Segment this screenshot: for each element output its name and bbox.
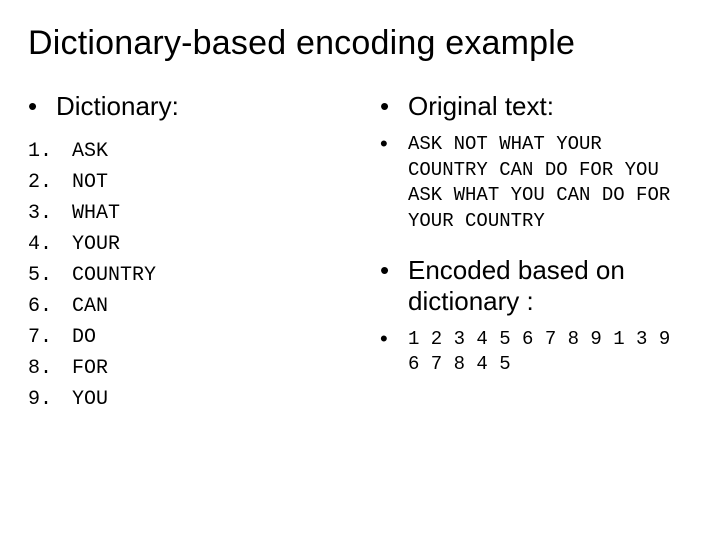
original-heading-row: • Original text:	[380, 91, 692, 122]
list-number: 8.	[28, 353, 72, 384]
list-item: 8.FOR	[28, 353, 340, 384]
list-word: COUNTRY	[72, 260, 156, 291]
list-word: CAN	[72, 291, 108, 322]
bullet-icon: •	[380, 327, 408, 378]
dictionary-heading-row: • Dictionary:	[28, 91, 340, 122]
list-word: YOU	[72, 384, 108, 415]
encoded-heading-row: • Encoded based on dictionary :	[380, 255, 692, 317]
list-number: 2.	[28, 167, 72, 198]
list-number: 1.	[28, 136, 72, 167]
list-item: 5.COUNTRY	[28, 260, 340, 291]
list-number: 6.	[28, 291, 72, 322]
list-item: 3.WHAT	[28, 198, 340, 229]
list-number: 4.	[28, 229, 72, 260]
left-column: • Dictionary: 1.ASK 2.NOT 3.WHAT 4.YOUR …	[28, 91, 340, 415]
encoded-text-row: • 1 2 3 4 5 6 7 8 9 1 3 9 6 7 8 4 5	[380, 327, 692, 378]
list-number: 9.	[28, 384, 72, 415]
list-item: 6.CAN	[28, 291, 340, 322]
bullet-icon: •	[28, 91, 56, 122]
slide: Dictionary-based encoding example • Dict…	[0, 0, 720, 540]
list-item: 9.YOU	[28, 384, 340, 415]
list-item: 4.YOUR	[28, 229, 340, 260]
list-word: NOT	[72, 167, 108, 198]
list-item: 1.ASK	[28, 136, 340, 167]
original-heading: Original text:	[408, 91, 554, 122]
columns: • Dictionary: 1.ASK 2.NOT 3.WHAT 4.YOUR …	[28, 91, 692, 415]
encoded-heading: Encoded based on dictionary :	[408, 255, 692, 317]
original-text: ASK NOT WHAT YOUR COUNTRY CAN DO FOR YOU…	[408, 132, 692, 235]
bullet-icon: •	[380, 255, 408, 286]
right-column: • Original text: • ASK NOT WHAT YOUR COU…	[380, 91, 692, 415]
list-word: FOR	[72, 353, 108, 384]
list-item: 7.DO	[28, 322, 340, 353]
list-word: YOUR	[72, 229, 120, 260]
list-number: 5.	[28, 260, 72, 291]
list-number: 7.	[28, 322, 72, 353]
encoded-text: 1 2 3 4 5 6 7 8 9 1 3 9 6 7 8 4 5	[408, 327, 692, 378]
slide-title: Dictionary-based encoding example	[28, 24, 692, 63]
list-word: DO	[72, 322, 96, 353]
list-item: 2.NOT	[28, 167, 340, 198]
list-word: WHAT	[72, 198, 120, 229]
original-text-row: • ASK NOT WHAT YOUR COUNTRY CAN DO FOR Y…	[380, 132, 692, 235]
bullet-icon: •	[380, 91, 408, 122]
list-word: ASK	[72, 136, 108, 167]
bullet-icon: •	[380, 132, 408, 235]
list-number: 3.	[28, 198, 72, 229]
dictionary-list: 1.ASK 2.NOT 3.WHAT 4.YOUR 5.COUNTRY 6.CA…	[28, 136, 340, 415]
dictionary-heading: Dictionary:	[56, 91, 179, 122]
